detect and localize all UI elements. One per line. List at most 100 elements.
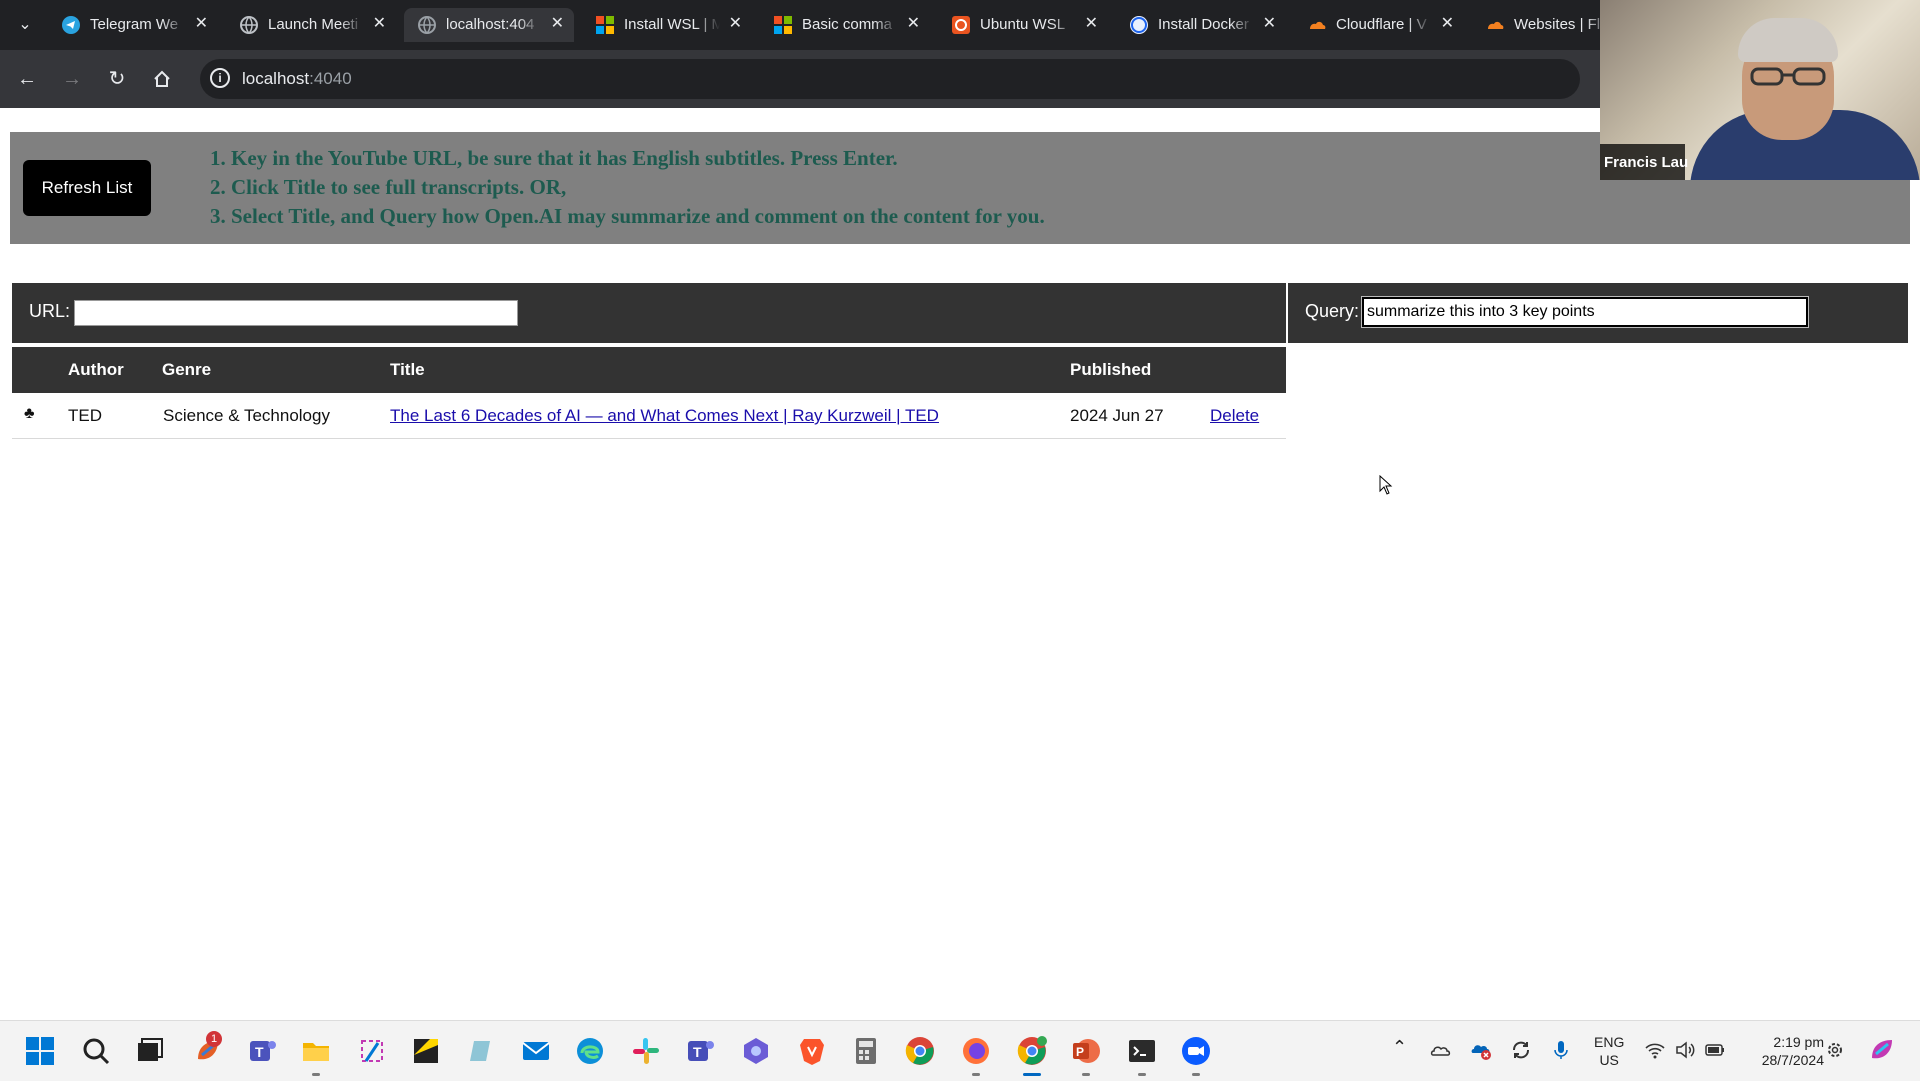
terminal-icon[interactable] <box>1126 1035 1158 1067</box>
table-header: Author Genre Title Published <box>12 347 1286 393</box>
back-button[interactable]: ← <box>10 62 44 96</box>
url-input[interactable] <box>74 300 518 326</box>
mail-icon[interactable] <box>520 1035 552 1067</box>
column-published: Published <box>1070 360 1152 379</box>
tab-basic-commands[interactable]: Basic comma ✕ <box>760 8 930 42</box>
sync-icon[interactable] <box>1510 1039 1532 1061</box>
volume-icon[interactable] <box>1674 1039 1696 1061</box>
instructions: 1. Key in the YouTube URL, be sure that … <box>210 144 1045 231</box>
close-icon[interactable]: ✕ <box>551 14 564 34</box>
close-icon[interactable]: ✕ <box>1085 14 1098 34</box>
close-icon[interactable]: ✕ <box>907 14 920 34</box>
task-view-icon[interactable] <box>134 1035 166 1067</box>
chrome-profile-icon[interactable] <box>1016 1035 1048 1067</box>
windows-start-icon[interactable] <box>24 1035 56 1067</box>
tab-telegram[interactable]: Telegram We ✕ <box>48 8 218 42</box>
forward-button[interactable]: → <box>55 62 89 96</box>
brave-icon[interactable] <box>796 1035 828 1067</box>
running-indicator <box>972 1073 980 1076</box>
delete-link[interactable]: Delete <box>1210 406 1259 425</box>
calculator-icon[interactable] <box>850 1035 882 1067</box>
onedrive-icon[interactable] <box>1430 1039 1452 1061</box>
wifi-icon[interactable] <box>1644 1039 1666 1061</box>
close-icon[interactable]: ✕ <box>1263 14 1276 34</box>
column-genre: Genre <box>162 360 212 379</box>
tab-title: Launch Meeti <box>268 16 359 33</box>
tab-launch-meeting[interactable]: Launch Meeti ✕ <box>226 8 396 42</box>
instruction-step-2: 2. Click Title to see full transcripts. … <box>210 175 567 199</box>
region-code: US <box>1599 1052 1619 1068</box>
tab-title: Install Docker <box>1158 16 1249 33</box>
taskbar: 1 T T P ⌃ ENG US 2:19 pm 28/7/2024 <box>0 1020 1920 1081</box>
close-icon[interactable]: ✕ <box>373 14 386 34</box>
running-indicator <box>1192 1073 1200 1076</box>
copilot-preview-icon[interactable] <box>1868 1036 1896 1064</box>
powerpoint-icon[interactable]: P <box>1070 1035 1102 1067</box>
svg-text:T: T <box>255 1044 264 1060</box>
row-author: TED <box>68 406 102 425</box>
reload-button[interactable]: ↻ <box>100 62 134 96</box>
tab-install-wsl[interactable]: Install WSL | M ✕ <box>582 8 752 42</box>
notepad-icon[interactable] <box>464 1035 496 1067</box>
tab-ubuntu-wsl[interactable]: Ubuntu WSL ✕ <box>938 8 1108 42</box>
chevron-down-icon: ⌄ <box>18 16 32 33</box>
arrow-left-icon: ← <box>17 68 37 90</box>
docker-icon <box>1130 16 1148 34</box>
firefox-icon[interactable] <box>960 1035 992 1067</box>
language-indicator[interactable]: ENG US <box>1594 1033 1624 1069</box>
row-title-link[interactable]: The Last 6 Decades of AI — and What Come… <box>390 406 939 425</box>
instruction-step-3: 3. Select Title, and Query how Open.AI m… <box>210 204 1045 228</box>
microsoft-icon <box>774 16 792 34</box>
refresh-list-button[interactable]: Refresh List <box>23 160 151 216</box>
address-host: localhost <box>242 69 310 88</box>
tab-title: localhost:404 <box>446 16 535 33</box>
webcam-video: Francis Lau <box>1600 0 1920 180</box>
zoom-icon[interactable] <box>1180 1035 1212 1067</box>
address-bar[interactable]: i localhost:4040 <box>200 59 1580 99</box>
query-input[interactable]: summarize this into 3 key points <box>1361 296 1809 328</box>
tab-title: Websites | Flu <box>1514 16 1609 33</box>
settings-gear-icon[interactable] <box>1824 1039 1846 1061</box>
close-icon[interactable]: ✕ <box>729 14 742 34</box>
telegram-icon <box>62 16 80 34</box>
edge-icon[interactable] <box>574 1035 606 1067</box>
close-icon[interactable]: ✕ <box>195 14 208 34</box>
chrome-icon[interactable] <box>904 1035 936 1067</box>
battery-icon[interactable] <box>1704 1039 1726 1061</box>
zoom-workplace-icon[interactable] <box>740 1035 772 1067</box>
webcam-hair <box>1738 18 1838 62</box>
row-genre: Science & Technology <box>163 406 330 425</box>
tab-search-button[interactable]: ⌄ <box>10 12 40 38</box>
address-url[interactable]: localhost:4040 <box>242 69 352 89</box>
cloudflare-icon <box>1488 21 1504 29</box>
onedrive-error-icon[interactable] <box>1470 1039 1492 1061</box>
microsoft-icon <box>596 16 614 34</box>
tab-localhost[interactable]: localhost:404 ✕ <box>404 8 574 42</box>
teams-icon[interactable]: T <box>246 1035 278 1067</box>
table-row[interactable]: ♣ TED Science & Technology The Last 6 De… <box>12 393 1286 439</box>
slack-icon[interactable] <box>630 1035 662 1067</box>
file-explorer-icon[interactable] <box>300 1035 332 1067</box>
globe-icon <box>418 16 436 34</box>
ubuntu-icon <box>952 16 970 34</box>
search-icon[interactable] <box>80 1035 112 1067</box>
url-label: URL: <box>29 301 71 321</box>
info-icon[interactable]: i <box>210 68 230 88</box>
mouse-cursor-icon <box>1379 475 1393 495</box>
home-button[interactable] <box>145 62 179 96</box>
glasses-icon <box>1750 67 1826 86</box>
clock-date: 28/7/2024 <box>1761 1052 1824 1068</box>
close-icon[interactable]: ✕ <box>1441 14 1454 34</box>
chevron-up-icon[interactable]: ⌃ <box>1392 1037 1407 1058</box>
participant-name: Francis Lau <box>1600 144 1688 180</box>
club-icon[interactable]: ♣ <box>24 405 35 423</box>
tab-install-docker[interactable]: Install Docker ✕ <box>1116 8 1286 42</box>
snipping-tool-icon[interactable] <box>356 1035 388 1067</box>
url-bar: URL: <box>12 283 1286 343</box>
microphone-icon[interactable] <box>1550 1039 1572 1061</box>
tab-cloudflare[interactable]: Cloudflare | V ✕ <box>1294 8 1464 42</box>
teams-work-icon[interactable]: T <box>684 1035 716 1067</box>
running-indicator <box>312 1073 320 1076</box>
clock[interactable]: 2:19 pm 28/7/2024 <box>1744 1033 1824 1069</box>
sticky-notes-icon[interactable] <box>410 1035 442 1067</box>
